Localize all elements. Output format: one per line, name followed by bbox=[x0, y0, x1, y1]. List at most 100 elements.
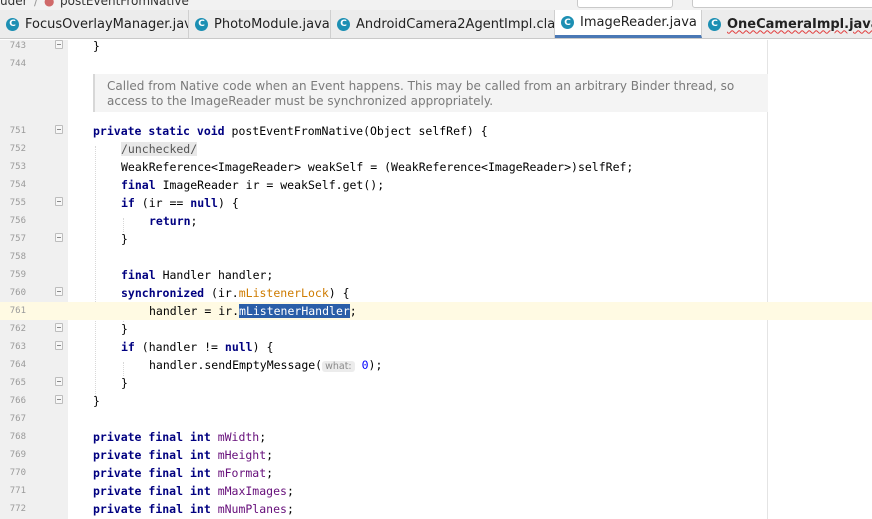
code-text: } bbox=[121, 376, 128, 390]
code-token: ) { bbox=[217, 196, 239, 210]
code-line: 767 bbox=[0, 410, 872, 428]
fold-icon[interactable] bbox=[55, 197, 63, 206]
keyword: private bbox=[93, 484, 142, 498]
run-config-selector[interactable] bbox=[577, 0, 673, 8]
line-number: 772 bbox=[9, 504, 26, 514]
line-number: 764 bbox=[9, 360, 26, 370]
keyword: int bbox=[189, 484, 211, 498]
keyword: static bbox=[148, 124, 190, 138]
fold-icon[interactable] bbox=[55, 341, 63, 350]
code-text: } bbox=[121, 322, 128, 336]
keyword: int bbox=[189, 430, 211, 444]
keyword: final bbox=[148, 430, 184, 444]
tab-one-camera-impl[interactable]: C OneCameraImpl.java bbox=[702, 10, 872, 38]
keyword: if bbox=[121, 340, 135, 354]
line-number: 760 bbox=[9, 288, 26, 298]
breadcrumb-item-method[interactable]: postEventFromNative bbox=[60, 0, 189, 8]
class-icon: C bbox=[561, 16, 574, 29]
code-text: final Handler handler; bbox=[121, 267, 273, 283]
keyword: final bbox=[121, 178, 156, 192]
line-number: 765 bbox=[9, 378, 26, 388]
line-number: 753 bbox=[9, 162, 26, 172]
code-line: 764 handler.sendEmptyMessage(what: 0); bbox=[0, 356, 872, 374]
code-line: 766 } bbox=[0, 392, 872, 410]
field-name: mHeight bbox=[217, 448, 267, 462]
code-line: 772 private final int mNumPlanes; bbox=[0, 500, 872, 518]
code-line: 769 private final int mHeight; bbox=[0, 446, 872, 464]
breadcrumb-separator-icon: / bbox=[34, 0, 39, 8]
code-token: Handler handler; bbox=[162, 268, 274, 282]
line-number: 757 bbox=[9, 234, 26, 244]
code-token: ; bbox=[190, 214, 198, 228]
code-line: 743 } bbox=[0, 37, 872, 55]
folded-annotation[interactable]: /unchecked/ bbox=[121, 142, 198, 156]
keyword: null bbox=[224, 340, 253, 354]
keyword: int bbox=[189, 466, 211, 480]
code-line: 771 private final int mMaxImages; bbox=[0, 482, 872, 500]
keyword: private bbox=[93, 448, 142, 462]
class-icon: C bbox=[6, 17, 19, 31]
method-icon: ● bbox=[44, 0, 55, 8]
number-literal: 0 bbox=[361, 358, 369, 372]
line-number: 754 bbox=[9, 180, 26, 190]
class-icon: C bbox=[708, 17, 721, 31]
code-text: } bbox=[93, 38, 100, 54]
line-number: 751 bbox=[9, 126, 26, 136]
keyword: final bbox=[121, 268, 156, 282]
line-number: 743 bbox=[9, 41, 26, 51]
fold-icon[interactable] bbox=[55, 323, 63, 332]
code-text: private final int mWidth; bbox=[93, 429, 266, 445]
code-text: return; bbox=[149, 213, 197, 229]
fold-icon[interactable] bbox=[55, 287, 63, 296]
code-line: 744 bbox=[0, 55, 872, 73]
tab-label: FocusOverlayManager.java bbox=[25, 16, 189, 32]
line-number: 770 bbox=[9, 468, 26, 478]
tab-label: AndroidCamera2AgentImpl.class bbox=[356, 16, 555, 32]
fold-icon[interactable] bbox=[55, 40, 63, 49]
code-line: 759 final Handler handler; bbox=[0, 266, 872, 284]
code-token: handler = ir. bbox=[149, 304, 240, 318]
tab-android-camera2-agent-impl[interactable]: C AndroidCamera2AgentImpl.class × bbox=[331, 10, 555, 38]
parameter-hint: what: bbox=[322, 361, 355, 372]
fold-icon[interactable] bbox=[55, 125, 63, 134]
keyword: synchronized bbox=[121, 286, 205, 300]
keyword: int bbox=[189, 502, 211, 516]
keyword: private bbox=[93, 430, 142, 444]
code-token: } bbox=[93, 39, 100, 53]
search-box[interactable] bbox=[692, 0, 872, 8]
tab-image-reader[interactable]: C ImageReader.java × bbox=[555, 10, 702, 38]
fold-icon[interactable] bbox=[55, 395, 63, 404]
fold-icon[interactable] bbox=[55, 377, 63, 386]
keyword: if bbox=[121, 196, 135, 210]
keyword: final bbox=[148, 448, 184, 462]
code-text: handler.sendEmptyMessage(what: 0); bbox=[149, 357, 382, 375]
code-token: ; bbox=[286, 502, 294, 516]
keyword: private bbox=[93, 466, 142, 480]
code-line: 768 private final int mWidth; bbox=[0, 428, 872, 446]
code-token: ; bbox=[259, 430, 267, 444]
selected-field[interactable]: mListenerHandler bbox=[239, 304, 350, 318]
breadcrumb-item[interactable]: uder bbox=[0, 0, 28, 8]
line-number: 766 bbox=[9, 396, 26, 406]
field-reference: mListenerLock bbox=[238, 286, 329, 300]
line-number: 768 bbox=[9, 432, 26, 442]
keyword: private bbox=[93, 502, 142, 516]
code-line: 755 if (ir == null) { bbox=[0, 194, 872, 212]
code-token: (ir. bbox=[211, 286, 239, 300]
field-name: mFormat bbox=[217, 466, 267, 480]
field-name: mNumPlanes bbox=[217, 502, 287, 516]
class-icon: C bbox=[337, 17, 350, 31]
code-token: ); bbox=[368, 358, 383, 372]
method-signature: postEventFromNative(Object selfRef) { bbox=[231, 124, 488, 138]
field-name: mWidth bbox=[217, 430, 260, 444]
fold-icon[interactable] bbox=[55, 233, 63, 242]
line-number: 769 bbox=[9, 450, 26, 460]
keyword: final bbox=[148, 466, 184, 480]
keyword: int bbox=[189, 448, 211, 462]
code-line: 757 } bbox=[0, 230, 872, 248]
rendered-javadoc[interactable]: Called from Native code when an Event ha… bbox=[93, 74, 768, 112]
code-line: 770 private final int mFormat; bbox=[0, 464, 872, 482]
tab-photo-module[interactable]: C PhotoModule.java × bbox=[189, 10, 331, 38]
tab-focus-overlay-manager[interactable]: C FocusOverlayManager.java × bbox=[0, 10, 189, 38]
code-text: synchronized (ir.mListenerLock) { bbox=[121, 285, 350, 301]
